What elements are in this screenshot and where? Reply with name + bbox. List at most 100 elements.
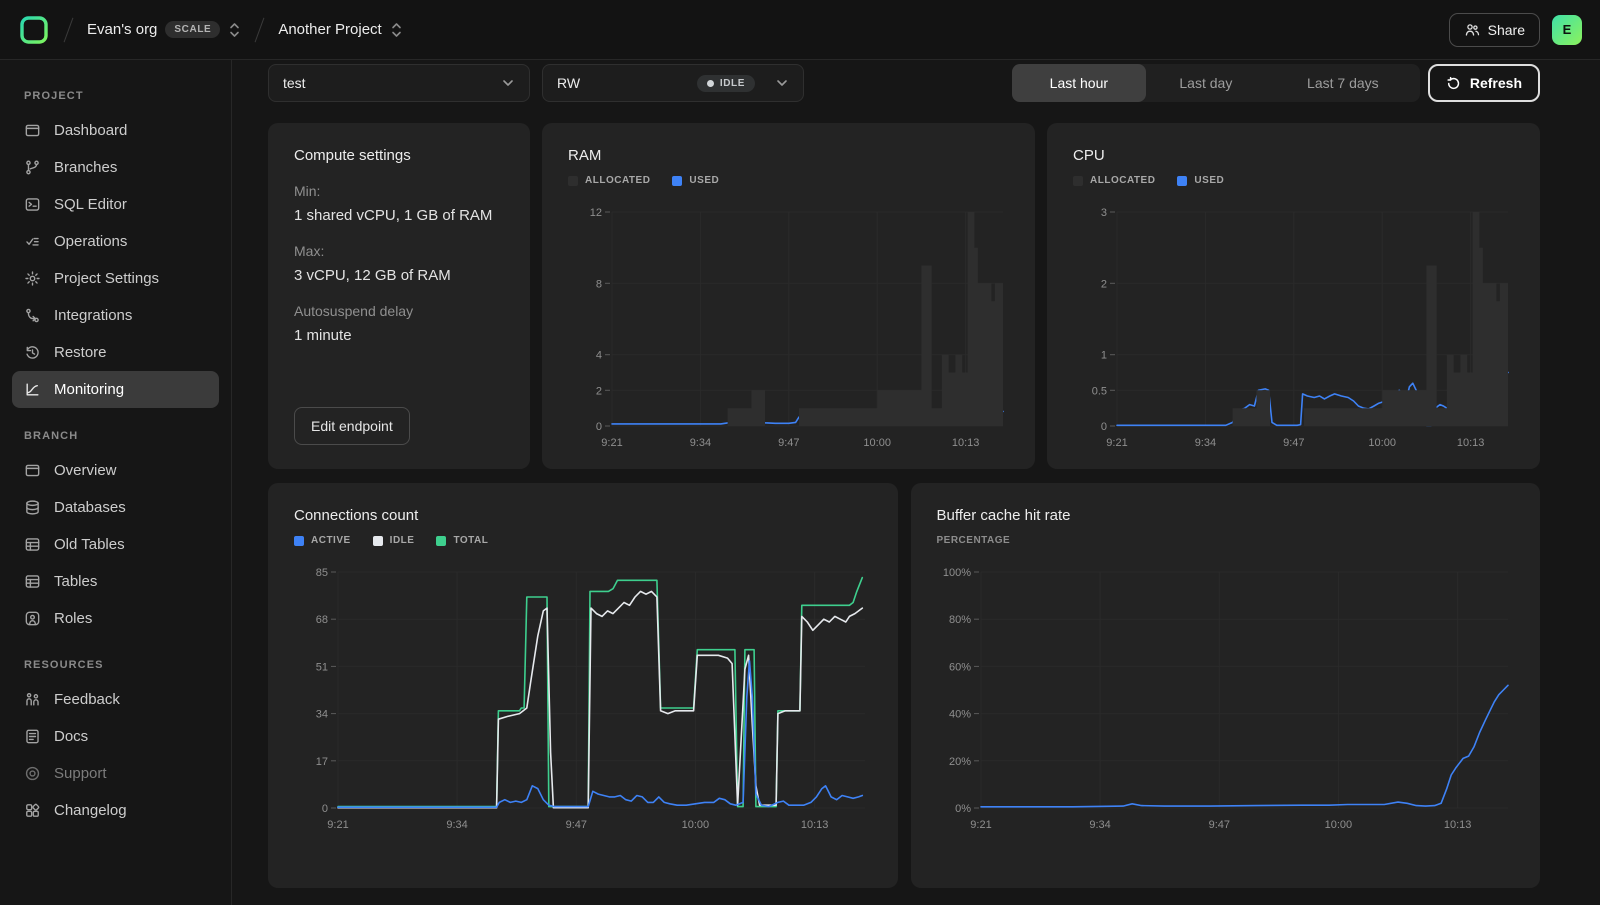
svg-text:12: 12 — [590, 207, 602, 219]
project-selector[interactable]: Another Project — [278, 20, 402, 40]
share-button[interactable]: Share — [1449, 13, 1540, 47]
buffer-cache-chart: 0%20%40%60%80%100%9:219:349:4710:0010:13 — [937, 562, 1514, 834]
card-title: Compute settings — [294, 147, 504, 164]
svg-text:0: 0 — [596, 421, 602, 433]
compute-max-label: Max: — [294, 243, 504, 259]
card-title: Buffer cache hit rate — [937, 507, 1515, 524]
org-selector[interactable]: Evan's org SCALE — [87, 20, 241, 40]
share-label: Share — [1488, 22, 1525, 38]
database-icon — [24, 499, 41, 516]
compute-min-label: Min: — [294, 183, 504, 199]
time-range-tabs: Last hour Last day Last 7 days — [1012, 64, 1420, 102]
sidebar-item-docs[interactable]: Docs — [12, 718, 219, 755]
branch-select[interactable]: test — [268, 64, 530, 102]
svg-text:0%: 0% — [955, 803, 971, 815]
svg-text:9:21: 9:21 — [1106, 437, 1127, 449]
user-avatar[interactable]: E — [1552, 15, 1582, 45]
sidebar-item-integrations[interactable]: Integrations — [12, 297, 219, 334]
sidebar-item-restore[interactable]: Restore — [12, 334, 219, 371]
svg-text:20%: 20% — [948, 756, 970, 768]
refresh-button[interactable]: Refresh — [1428, 64, 1540, 102]
sidebar-item-label: Overview — [54, 462, 117, 479]
operations-icon — [24, 233, 41, 250]
status-dot-icon — [707, 80, 714, 87]
sidebar-item-label: Project Settings — [54, 270, 159, 287]
svg-text:0.5: 0.5 — [1092, 385, 1107, 397]
svg-text:10:13: 10:13 — [801, 819, 829, 831]
sidebar-item-label: Docs — [54, 728, 88, 745]
sidebar-item-changelog[interactable]: Changelog — [12, 792, 219, 829]
gear-icon — [24, 270, 41, 287]
sidebar-item-branches[interactable]: Branches — [12, 149, 219, 186]
svg-text:9:34: 9:34 — [1089, 819, 1110, 831]
compute-settings-card: Compute settings Min: 1 shared vCPU, 1 G… — [268, 123, 530, 469]
svg-text:9:47: 9:47 — [1208, 819, 1229, 831]
sidebar-item-label: Old Tables — [54, 536, 125, 553]
sidebar-item-label: Feedback — [54, 691, 120, 708]
sidebar-item-monitoring[interactable]: Monitoring — [12, 371, 219, 408]
svg-text:2: 2 — [596, 385, 602, 397]
ram-chart: 0248129:219:349:4710:0010:13 — [568, 202, 1009, 452]
sidebar-item-support[interactable]: Support — [12, 755, 219, 792]
support-icon — [24, 765, 41, 782]
neon-logo[interactable] — [18, 14, 50, 46]
sql-editor-icon — [24, 196, 41, 213]
project-name: Another Project — [278, 21, 381, 38]
endpoint-select[interactable]: RW IDLE — [542, 64, 804, 102]
sidebar-item-label: Operations — [54, 233, 127, 250]
legend-item-allocated: ALLOCATED — [568, 175, 650, 186]
svg-text:10:13: 10:13 — [1457, 437, 1485, 449]
plan-badge: SCALE — [165, 21, 220, 38]
compute-min-value: 1 shared vCPU, 1 GB of RAM — [294, 207, 504, 224]
svg-text:9:47: 9:47 — [1283, 437, 1304, 449]
svg-text:9:21: 9:21 — [601, 437, 622, 449]
card-title: Connections count — [294, 507, 872, 524]
sidebar-item-label: Dashboard — [54, 122, 127, 139]
svg-text:9:21: 9:21 — [970, 819, 991, 831]
tab-last-7-days[interactable]: Last 7 days — [1266, 64, 1420, 102]
sidebar: PROJECT Dashboard Branches SQL Editor Op… — [0, 60, 232, 905]
sidebar-item-label: Integrations — [54, 307, 132, 324]
svg-text:10:00: 10:00 — [682, 819, 710, 831]
edit-endpoint-button[interactable]: Edit endpoint — [294, 407, 410, 445]
sidebar-item-sql-editor[interactable]: SQL Editor — [12, 186, 219, 223]
sidebar-item-label: Tables — [54, 573, 97, 590]
ram-chart-card: RAM ALLOCATED USED 0248129:219:349:4710:… — [542, 123, 1035, 469]
svg-text:9:34: 9:34 — [1195, 437, 1216, 449]
tab-last-hour[interactable]: Last hour — [1012, 64, 1146, 102]
chevron-down-icon — [501, 76, 515, 90]
svg-text:17: 17 — [316, 756, 328, 768]
svg-text:4: 4 — [596, 350, 602, 362]
sidebar-item-old-tables[interactable]: Old Tables — [12, 526, 219, 563]
sidebar-item-tables[interactable]: Tables — [12, 563, 219, 600]
top-bar: Evan's org SCALE Another Project Share E — [0, 0, 1600, 60]
legend-swatch — [568, 176, 578, 186]
svg-text:40%: 40% — [948, 709, 970, 721]
sidebar-item-project-settings[interactable]: Project Settings — [12, 260, 219, 297]
svg-text:0: 0 — [322, 803, 328, 815]
tab-last-day[interactable]: Last day — [1146, 64, 1266, 102]
svg-text:2: 2 — [1101, 278, 1107, 290]
table-icon — [24, 536, 41, 553]
sidebar-item-operations[interactable]: Operations — [12, 223, 219, 260]
feedback-icon — [24, 691, 41, 708]
svg-text:100%: 100% — [942, 567, 970, 579]
endpoint-status-badge: IDLE — [697, 75, 755, 92]
people-icon — [1464, 22, 1480, 38]
section-label-project: PROJECT — [24, 90, 207, 102]
sidebar-item-databases[interactable]: Databases — [12, 489, 219, 526]
chevron-updown-icon — [390, 20, 403, 40]
sidebar-item-dashboard[interactable]: Dashboard — [12, 112, 219, 149]
org-name: Evan's org — [87, 21, 157, 38]
sidebar-item-overview[interactable]: Overview — [12, 452, 219, 489]
table-icon — [24, 573, 41, 590]
breadcrumb-divider — [255, 17, 265, 42]
sidebar-item-feedback[interactable]: Feedback — [12, 681, 219, 718]
card-title: RAM — [568, 147, 1009, 164]
autosuspend-value: 1 minute — [294, 327, 504, 344]
sidebar-item-label: Branches — [54, 159, 117, 176]
sidebar-item-roles[interactable]: Roles — [12, 600, 219, 637]
legend-item-used: USED — [672, 175, 719, 186]
svg-text:9:34: 9:34 — [446, 819, 467, 831]
cards-row-2: Connections count ACTIVE IDLE TOTAL 0173… — [268, 483, 1540, 888]
